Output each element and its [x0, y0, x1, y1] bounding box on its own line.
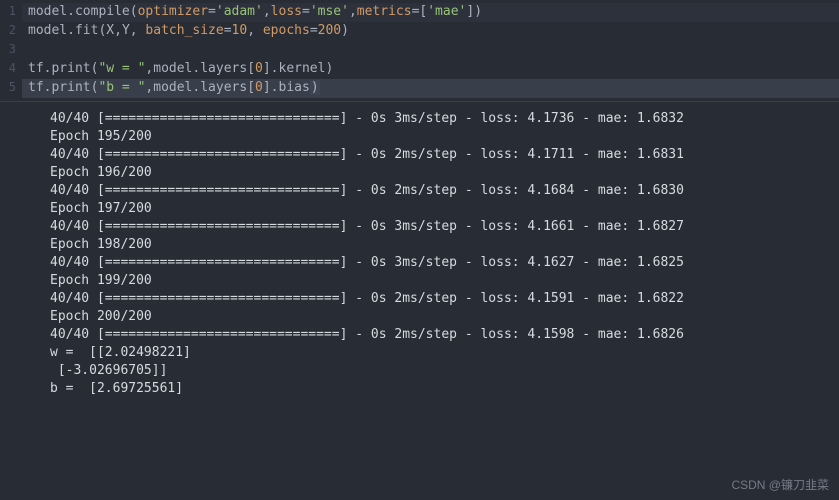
output-line: Epoch 195/200: [50, 128, 839, 146]
code-editor[interactable]: 12345 model.compile(optimizer='adam',los…: [0, 0, 839, 102]
code-token: 'mae': [427, 4, 466, 19]
output-line: 40/40 [==============================] -…: [50, 146, 839, 164]
code-token: ]): [466, 4, 482, 19]
code-token: fit: [75, 23, 98, 38]
code-token: kernel: [279, 61, 326, 76]
code-area[interactable]: model.compile(optimizer='adam',loss='mse…: [22, 0, 839, 101]
code-token: 0: [255, 80, 263, 95]
code-token: "b = ": [98, 80, 145, 95]
console-output: 40/40 [==============================] -…: [0, 102, 839, 398]
code-token: model: [28, 23, 67, 38]
code-token: ,: [247, 23, 263, 38]
code-token: =: [302, 4, 310, 19]
code-token: X: [106, 23, 114, 38]
output-line: 40/40 [==============================] -…: [50, 182, 839, 200]
output-line: 40/40 [==============================] -…: [50, 290, 839, 308]
output-line: 40/40 [==============================] -…: [50, 254, 839, 272]
code-token: layers: [200, 61, 247, 76]
code-token: .: [271, 61, 279, 76]
output-line: Epoch 196/200: [50, 164, 839, 182]
output-line: Epoch 200/200: [50, 308, 839, 326]
output-line: Epoch 198/200: [50, 236, 839, 254]
code-token: .: [67, 23, 75, 38]
code-token: batch_size: [145, 23, 223, 38]
output-line: 40/40 [==============================] -…: [50, 218, 839, 236]
code-token: bias: [279, 80, 310, 95]
code-token: ,: [349, 4, 357, 19]
code-token: ]: [263, 80, 271, 95]
code-token: =: [310, 23, 318, 38]
code-token: metrics: [357, 4, 412, 19]
line-number: 5: [2, 79, 16, 98]
code-token: print: [51, 61, 90, 76]
code-token: ,: [114, 23, 122, 38]
code-token: ,: [263, 4, 271, 19]
code-token: model: [153, 80, 192, 95]
code-token: [: [247, 61, 255, 76]
code-token: ,: [130, 23, 146, 38]
code-line[interactable]: model.fit(X,Y, batch_size=10, epochs=200…: [22, 22, 839, 41]
code-token: .: [67, 4, 75, 19]
code-token: 10: [232, 23, 248, 38]
code-token: 'adam': [216, 4, 263, 19]
code-token: [: [247, 80, 255, 95]
output-line: 40/40 [==============================] -…: [50, 326, 839, 344]
output-line: 40/40 [==============================] -…: [50, 110, 839, 128]
code-token: layers: [200, 80, 247, 95]
code-token: =[: [412, 4, 428, 19]
code-token: (: [130, 4, 138, 19]
line-number: 4: [2, 60, 16, 79]
code-token: 'mse': [310, 4, 349, 19]
code-token: loss: [271, 4, 302, 19]
code-line[interactable]: [22, 41, 839, 60]
code-token: =: [224, 23, 232, 38]
watermark-text: CSDN @镰刀韭菜: [731, 477, 829, 494]
code-token: tf: [28, 80, 44, 95]
code-token: 0: [255, 61, 263, 76]
code-token: ): [341, 23, 349, 38]
code-token: model: [153, 61, 192, 76]
output-line: Epoch 199/200: [50, 272, 839, 290]
code-token: 200: [318, 23, 341, 38]
code-token: compile: [75, 4, 130, 19]
code-token: optimizer: [138, 4, 208, 19]
code-token: epochs: [263, 23, 310, 38]
output-line: w = [[2.02498221]: [50, 344, 839, 362]
line-number: 1: [2, 3, 16, 22]
output-line: [-3.02696705]]: [50, 362, 839, 380]
output-line: Epoch 197/200: [50, 200, 839, 218]
code-token: model: [28, 4, 67, 19]
line-number: 2: [2, 22, 16, 41]
code-token: .: [271, 80, 279, 95]
code-line[interactable]: tf.print("b = ",model.layers[0].bias): [22, 79, 839, 98]
code-token: tf: [28, 61, 44, 76]
code-line[interactable]: model.compile(optimizer='adam',loss='mse…: [22, 3, 839, 22]
line-number: 3: [2, 41, 16, 60]
code-token: ): [310, 80, 320, 95]
code-token: ): [325, 61, 333, 76]
output-line: b = [2.69725561]: [50, 380, 839, 398]
code-token: Y: [122, 23, 130, 38]
code-token: "w = ": [98, 61, 145, 76]
code-token: ]: [263, 61, 271, 76]
code-line[interactable]: tf.print("w = ",model.layers[0].kernel): [22, 60, 839, 79]
line-number-gutter: 12345: [0, 0, 22, 101]
code-token: =: [208, 4, 216, 19]
code-token: print: [51, 80, 90, 95]
